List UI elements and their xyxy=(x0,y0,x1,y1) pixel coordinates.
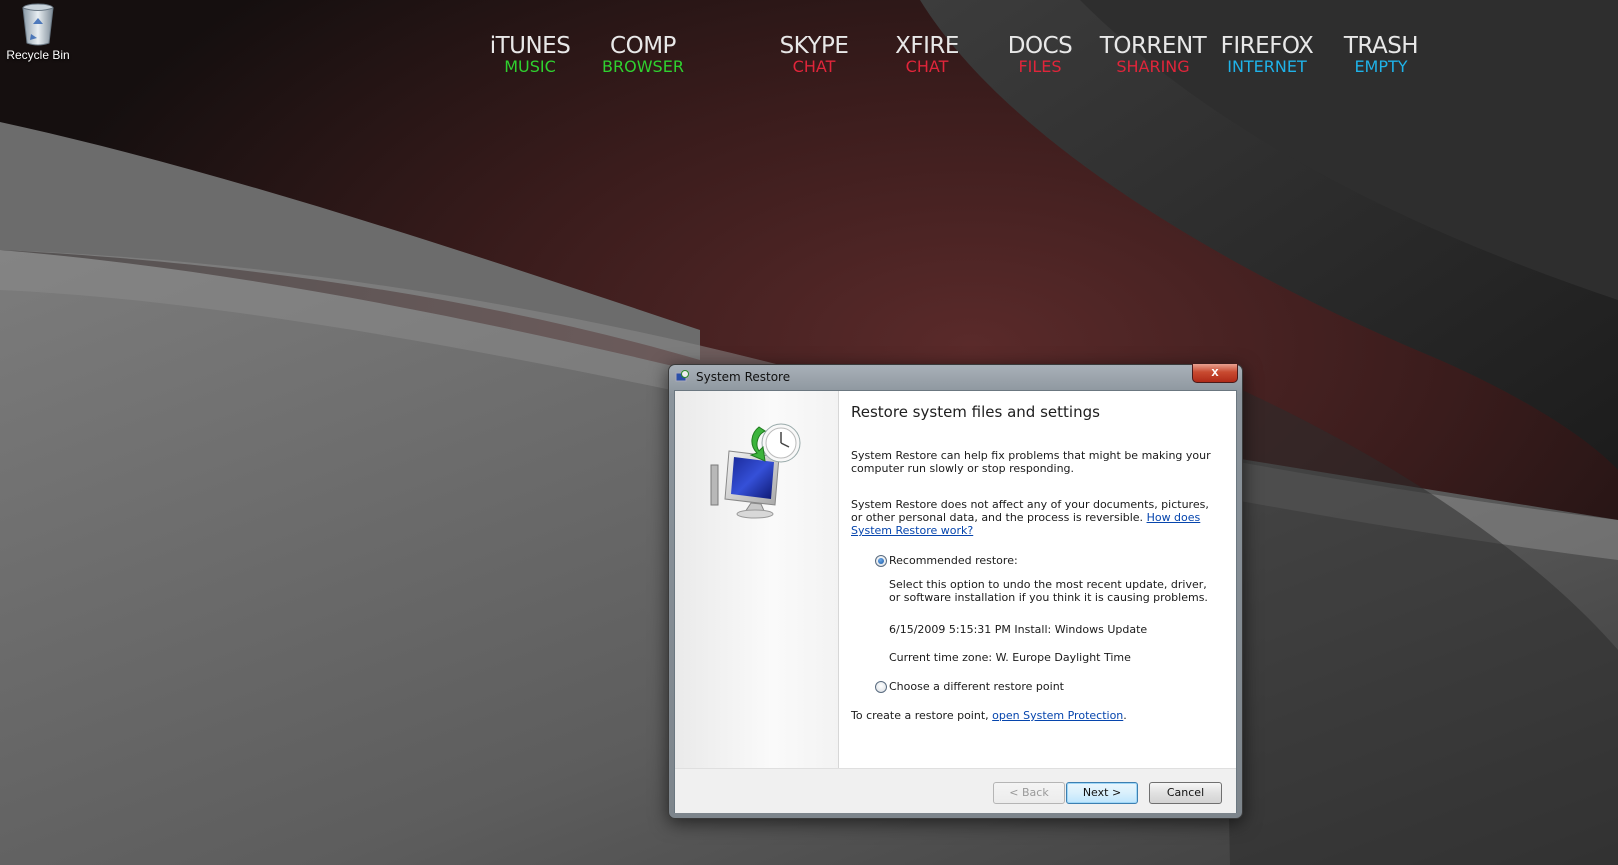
launcher-xfire[interactable]: XFIRE CHAT xyxy=(867,34,987,82)
page-heading: Restore system files and settings xyxy=(851,403,1100,421)
launcher-comp[interactable]: COMP BROWSER xyxy=(583,34,703,82)
open-system-protection-link[interactable]: open System Protection xyxy=(992,709,1123,722)
launcher-subtitle: MUSIC xyxy=(504,57,556,76)
reversible-paragraph: System Restore does not affect any of yo… xyxy=(851,498,1211,537)
recommended-restore-radio[interactable] xyxy=(875,555,887,567)
dialog-titlebar[interactable]: System Restore x xyxy=(669,364,1242,389)
back-button[interactable]: < Back xyxy=(993,782,1065,804)
launcher-title: iTUNES xyxy=(489,33,571,59)
system-restore-icon xyxy=(675,370,689,384)
recommended-restore-label[interactable]: Recommended restore: xyxy=(889,554,1018,567)
close-button[interactable]: x xyxy=(1192,364,1238,383)
launcher-title: TRASH xyxy=(1343,33,1419,59)
dialog-button-bar: < Back Next > Cancel xyxy=(675,768,1236,813)
system-protection-text: To create a restore point, xyxy=(851,709,989,722)
launcher-subtitle: CHAT xyxy=(792,57,836,76)
cancel-button[interactable]: Cancel xyxy=(1149,782,1222,804)
system-restore-illustration-icon xyxy=(710,423,801,519)
launcher-trash[interactable]: TRASH EMPTY xyxy=(1321,34,1441,82)
launcher-subtitle: INTERNET xyxy=(1227,57,1307,76)
dialog-side-panel xyxy=(675,391,839,768)
launcher-title: SKYPE xyxy=(779,33,849,59)
system-protection-line: To create a restore point, open System P… xyxy=(851,709,1127,722)
launcher-title: DOCS xyxy=(1007,33,1073,59)
recommended-description: Select this option to undo the most rece… xyxy=(889,578,1208,604)
launcher-subtitle: BROWSER xyxy=(602,57,684,76)
launcher-title: XFIRE xyxy=(895,33,959,59)
launcher-subtitle: SHARING xyxy=(1116,57,1190,76)
launcher-subtitle: EMPTY xyxy=(1354,57,1408,76)
system-restore-dialog: System Restore x Restore system files an… xyxy=(668,364,1243,819)
next-button[interactable]: Next > xyxy=(1066,782,1138,804)
recycle-bin[interactable]: Recycle Bin xyxy=(4,2,72,62)
close-icon: x xyxy=(1211,364,1219,379)
launcher-skype[interactable]: SKYPE CHAT xyxy=(754,34,874,82)
different-restore-point-label[interactable]: Choose a different restore point xyxy=(889,680,1064,693)
launcher-firefox[interactable]: FIREFOX INTERNET xyxy=(1207,34,1327,82)
launcher-subtitle: CHAT xyxy=(905,57,949,76)
restore-point-info: 6/15/2009 5:15:31 PM Install: Windows Up… xyxy=(889,623,1148,636)
launcher-torrent[interactable]: TORRENT SHARING xyxy=(1093,34,1213,82)
launcher-title: FIREFOX xyxy=(1220,33,1314,59)
launcher-itunes[interactable]: iTUNES MUSIC xyxy=(470,34,590,82)
timezone-info: Current time zone: W. Europe Daylight Ti… xyxy=(889,651,1131,664)
recycle-bin-label: Recycle Bin xyxy=(6,48,70,62)
recycle-bin-icon xyxy=(18,2,58,46)
launcher-title: TORRENT xyxy=(1099,33,1207,59)
launcher-subtitle: FILES xyxy=(1018,57,1062,76)
dialog-title: System Restore xyxy=(696,370,791,384)
launcher-docs[interactable]: DOCS FILES xyxy=(980,34,1100,82)
intro-paragraph: System Restore can help fix problems tha… xyxy=(851,449,1211,475)
dialog-client-area: Restore system files and settings System… xyxy=(674,390,1237,813)
system-protection-period: . xyxy=(1123,709,1127,722)
different-restore-point-radio[interactable] xyxy=(875,681,887,693)
launcher-title: COMP xyxy=(610,33,676,59)
